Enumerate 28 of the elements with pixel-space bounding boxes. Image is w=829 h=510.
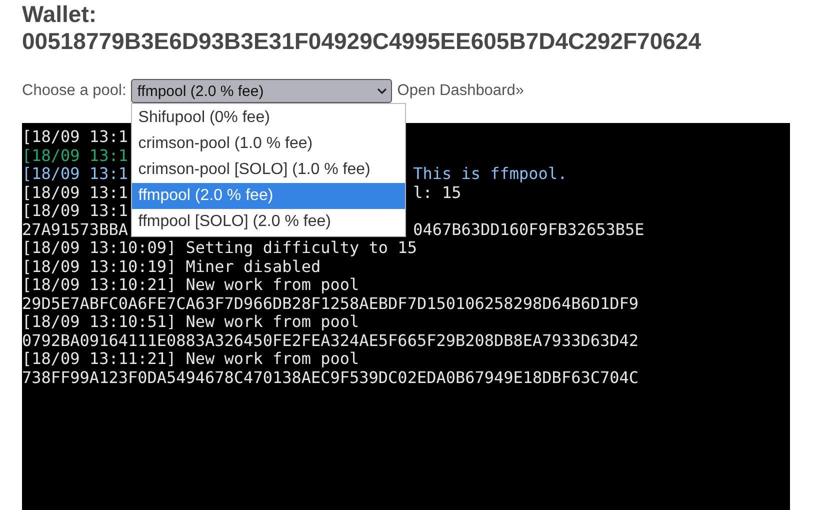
log-line: [18/09 13:10:19] Miner disabled	[22, 256, 321, 276]
log-line: l: 15	[413, 184, 462, 202]
log-line: [18/09 13:10:51] New work from pool	[22, 312, 360, 331]
log-line: [18/09 13:1	[22, 146, 128, 164]
log-line: [18/09 13:1	[22, 184, 128, 202]
log-line: [18/09 13:11:21] New work from pool	[22, 349, 360, 368]
log-line: [18/09 13:10:09] Setting difficulty to 15	[22, 238, 417, 257]
pool-option[interactable]: ffmpool (2.0 % fee)	[132, 183, 406, 209]
wallet-label: Wallet:	[22, 1, 97, 28]
open-dashboard-link[interactable]: Open Dashboard»	[397, 82, 524, 100]
pool-option[interactable]: crimson-pool (1.0 % fee)	[132, 131, 406, 157]
log-line: [18/09 13:10:21] New work from pool	[22, 275, 360, 294]
log-line: 0792BA09164111E0883A326450FE2FEA324AE5F665F29B208DB8EA7933D63D42	[22, 330, 638, 350]
wallet-address: 00518779B3E6D93B3E31F04929C4995EE605B7D4C292F70624	[22, 28, 702, 55]
log-line: 29D5E7ABFC0A6FE7CA63F7D966DB28F1258AEBDF7D150106258298D64B6D1DF9	[22, 294, 638, 312]
pool-label: Choose a pool:	[22, 82, 126, 100]
log-line: [18/09 13:1	[22, 165, 128, 184]
log-line: 0467B63DD160F9FB32653B5E	[413, 220, 644, 239]
pool-dropdown[interactable]: ffmpool (2.0 % fee)	[131, 79, 392, 103]
log-line: 738FF99A123F0DA5494678C470138AEC9F539DC02EDA0B67949E18DBF63C704C	[22, 368, 638, 386]
pool-option[interactable]: ffmpool [SOLO] (2.0 % fee)	[132, 209, 406, 235]
log-line: [18/09 13:1	[22, 127, 128, 146]
pool-option[interactable]: Shifupool (0% fee)	[132, 105, 406, 131]
pool-option[interactable]: crimson-pool [SOLO] (1.0 % fee)	[132, 157, 406, 183]
log-line: 27A91573BBA	[22, 220, 128, 239]
log-line: This is ffmpool.	[413, 165, 568, 184]
log-line: [18/09 13:1	[22, 201, 128, 220]
chevron-down-icon	[377, 88, 388, 94]
